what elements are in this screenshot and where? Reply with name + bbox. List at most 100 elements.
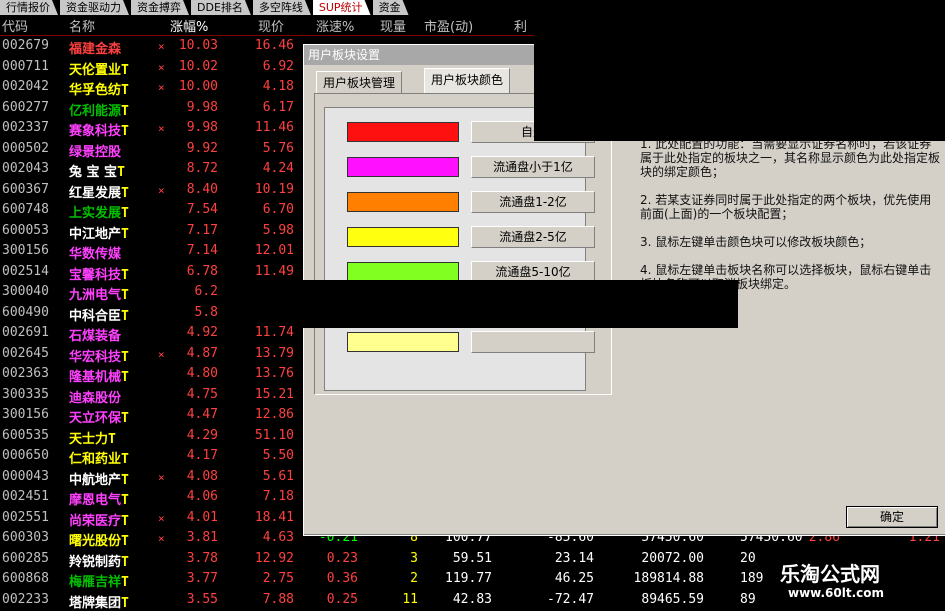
price: 18.41 bbox=[254, 509, 294, 525]
header-code[interactable]: 代码 bbox=[2, 16, 28, 35]
mark-icon: × bbox=[158, 511, 165, 525]
sector-name-button[interactable]: 流通盘2-5亿 bbox=[471, 226, 595, 248]
stock-code: 000650 bbox=[2, 448, 49, 463]
price: 15.21 bbox=[254, 386, 294, 402]
color-swatch[interactable] bbox=[347, 332, 459, 352]
stock-name: 天伦置业T bbox=[69, 62, 129, 78]
margin-flag: T bbox=[121, 575, 129, 590]
tab-sector-manage[interactable]: 用户板块管理 bbox=[316, 71, 403, 94]
tab-quotes[interactable]: 行情报价 bbox=[0, 0, 58, 15]
stock-name: 梅雁吉祥T bbox=[69, 575, 129, 590]
tab-fund-game[interactable]: 资金搏弈 bbox=[131, 0, 189, 15]
tab-sup-stats[interactable]: SUP统计 bbox=[313, 0, 371, 15]
watermark-url: www.60lt.com bbox=[788, 586, 885, 600]
tab-fund[interactable]: 资金 bbox=[373, 0, 409, 15]
speed: 0.23 bbox=[326, 550, 358, 566]
change-pct: 7.54 bbox=[186, 202, 218, 217]
stock-code: 000502 bbox=[2, 140, 49, 156]
stock-code: 300156 bbox=[2, 407, 49, 422]
mark-icon: × bbox=[158, 81, 165, 94]
volume: 3 bbox=[410, 550, 418, 566]
stock-name: 上实发展T bbox=[69, 206, 129, 221]
sector-name-button[interactable]: 流通盘小于1亿 bbox=[471, 156, 595, 178]
sector-name-button[interactable] bbox=[471, 331, 595, 353]
swatch-list: 自选 流通盘小于1亿 流通盘1-2亿 流通盘2-5亿 流通盘5-10亿 bbox=[324, 107, 595, 391]
sector-name-button[interactable]: 流通盘1-2亿 bbox=[471, 191, 595, 213]
color-swatch[interactable] bbox=[347, 262, 459, 282]
header-speed[interactable]: 涨速% bbox=[316, 16, 354, 35]
header-profit[interactable]: 利 bbox=[514, 16, 527, 35]
stock-name: 尚荣医疗T bbox=[69, 513, 129, 529]
margin-flag: T bbox=[121, 411, 129, 426]
stock-code: 600285 bbox=[2, 550, 49, 566]
stock-name: 绿景控股 bbox=[69, 144, 122, 160]
stock-code: 002514 bbox=[2, 263, 49, 279]
stock-code: 000043 bbox=[2, 468, 49, 484]
header-change-pct[interactable]: 涨幅% bbox=[170, 16, 208, 35]
stock-name: 隆基机械T bbox=[69, 370, 129, 385]
stock-name: 天立环保T bbox=[69, 411, 129, 426]
stock-code: 002363 bbox=[2, 366, 49, 381]
change-pct: 4.29 bbox=[186, 427, 218, 443]
margin-flag: T bbox=[108, 431, 116, 447]
change-pct: 4.87 bbox=[186, 345, 218, 361]
color-swatch[interactable] bbox=[347, 227, 459, 247]
margin-flag: T bbox=[121, 493, 129, 508]
margin-flag: T bbox=[121, 513, 129, 529]
tab-dde-rank[interactable]: DDE排名 bbox=[191, 0, 251, 15]
tab-fund-drive[interactable]: 资金驱动力 bbox=[60, 0, 129, 15]
change-pct: 3.77 bbox=[186, 571, 218, 586]
stock-name: 中航地产T bbox=[69, 472, 129, 488]
price: 12.86 bbox=[254, 407, 294, 422]
change-pct: 4.92 bbox=[186, 325, 218, 340]
stock-name: 华数传媒 bbox=[69, 247, 122, 262]
stock-name: 曙光股份T bbox=[69, 534, 129, 549]
tab-long-short[interactable]: 多空阵线 bbox=[253, 0, 311, 15]
price: 7.18 bbox=[262, 489, 294, 504]
change-pct: 9.92 bbox=[186, 140, 218, 156]
price: 13.79 bbox=[254, 345, 294, 361]
price: 51.10 bbox=[254, 427, 294, 443]
change-pct: 6.2 bbox=[194, 284, 218, 299]
header-pe[interactable]: 市盈(动) bbox=[424, 16, 473, 35]
change-pct: 4.17 bbox=[186, 448, 218, 463]
stock-name: 中江地产T bbox=[69, 226, 129, 242]
stock-name: 塔牌集团T bbox=[69, 595, 129, 611]
stock-code: 002551 bbox=[2, 509, 49, 525]
change-pct: 4.75 bbox=[186, 386, 218, 402]
pe-ratio: 119.77 bbox=[445, 571, 492, 586]
margin-flag: T bbox=[121, 226, 129, 242]
color-swatch[interactable] bbox=[347, 122, 459, 142]
stock-name: 中科合臣T bbox=[69, 308, 129, 324]
change-pct: 4.06 bbox=[186, 489, 218, 504]
price: 16.46 bbox=[254, 38, 294, 53]
margin-flag: T bbox=[121, 595, 129, 611]
color-swatch[interactable] bbox=[347, 192, 459, 212]
float-shares: 189814.88 bbox=[633, 571, 704, 586]
header-price[interactable]: 现价 bbox=[258, 16, 284, 35]
color-swatch[interactable] bbox=[347, 157, 459, 177]
change-pct: 4.47 bbox=[186, 407, 218, 422]
stock-name: 天士力T bbox=[69, 431, 116, 447]
stock-code: 600277 bbox=[2, 99, 49, 115]
stock-name: 亿利能源T bbox=[69, 103, 129, 119]
header-volume[interactable]: 现量 bbox=[380, 16, 406, 35]
tab-sector-color[interactable]: 用户板块颜色 bbox=[424, 68, 511, 94]
price: 4.18 bbox=[262, 79, 294, 94]
stock-code: 002233 bbox=[2, 591, 49, 607]
change-pct: 3.78 bbox=[186, 550, 218, 566]
header-name[interactable]: 名称 bbox=[69, 16, 95, 35]
volume: 2 bbox=[410, 571, 418, 586]
mark-icon: × bbox=[158, 40, 165, 53]
margin-flag: T bbox=[117, 165, 125, 180]
ok-button[interactable]: 确定 bbox=[846, 506, 938, 528]
stock-name: 红星发展T bbox=[69, 185, 129, 201]
stock-name: 兔 宝 宝T bbox=[69, 165, 125, 180]
stock-name: 宝馨科技T bbox=[69, 267, 129, 283]
margin-flag: T bbox=[121, 534, 129, 549]
price: 11.74 bbox=[254, 325, 294, 340]
help-paragraph: 2. 若某支证券同时属于此处指定的两个板块，优先使用前面(上面)的一个板块配置； bbox=[640, 193, 932, 221]
stock-code: 000711 bbox=[2, 58, 49, 74]
profit: 23.14 bbox=[554, 550, 594, 566]
change-pct: 3.81 bbox=[186, 530, 218, 545]
